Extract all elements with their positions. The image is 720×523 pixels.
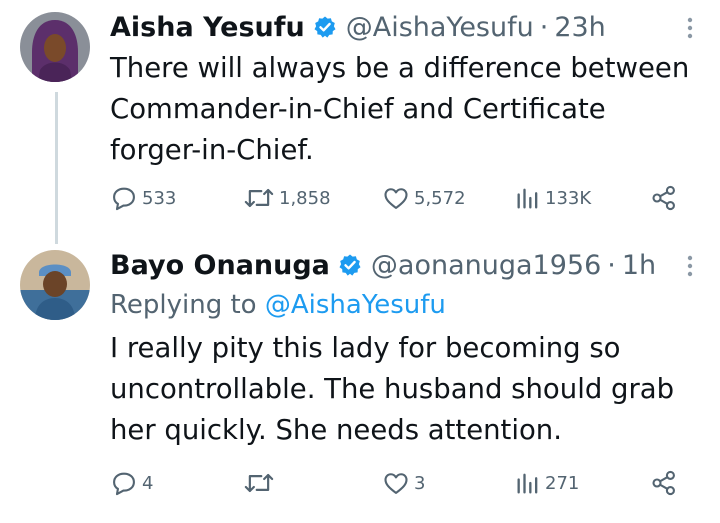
replying-to-line: Replying to @AishaYesufu [110,284,698,326]
like-button[interactable]: 3 [382,465,425,501]
views-button[interactable]: 271 [515,465,579,501]
avatar[interactable] [20,12,90,82]
retweet-icon [244,188,274,208]
reply-icon [113,472,135,496]
tweet-header: Aisha Yesufu @AishaYesufu · 23h [110,8,698,46]
views-icon [517,473,538,494]
tweet-timestamp[interactable]: 1h [622,250,656,281]
retweet-button[interactable] [243,465,279,501]
avatar-image [20,12,90,82]
like-button[interactable]: 5,572 [382,180,466,216]
tweet-thread: Aisha Yesufu @AishaYesufu · 23h There wi… [0,0,720,523]
separator-dot: · [607,249,616,281]
share-button[interactable] [650,465,678,501]
author-handle[interactable]: @AishaYesufu [346,12,534,43]
view-count: 271 [545,472,580,494]
tweet-actions: 4 3 271 [110,465,698,501]
more-options-icon[interactable] [682,252,698,280]
like-count: 5,572 [414,187,466,209]
views-icon [517,188,538,209]
retweet-count: 1,858 [279,187,331,209]
like-icon [384,473,408,494]
verified-badge-icon [339,254,361,276]
tweet-actions: 533 1,858 5,572 133K [110,180,698,216]
tweet-content: Aisha Yesufu @AishaYesufu · 23h There wi… [110,8,698,171]
verified-badge-icon [314,16,336,38]
reply-button[interactable]: 533 [110,180,176,216]
tweet-text: I really pity this lady for becoming so … [110,332,675,446]
retweet-button[interactable]: 1,858 [243,180,331,216]
retweet-icon [244,473,274,493]
reply-count: 4 [142,472,154,494]
reply-icon [113,187,135,211]
more-options-icon[interactable] [682,14,698,42]
reply-count: 533 [142,187,177,209]
separator-dot: · [539,11,549,43]
reply-button[interactable]: 4 [110,465,153,501]
tweet-header: Bayo Onanuga @aonanuga1956 · 1h [110,246,698,284]
share-icon [652,185,675,211]
avatar-image [20,250,90,320]
share-icon [652,470,675,496]
like-count: 3 [414,472,426,494]
tweet[interactable]: Bayo Onanuga @aonanuga1956 · 1h Replying… [0,232,720,523]
author-handle[interactable]: @aonanuga1956 [371,250,601,281]
share-button[interactable] [650,180,678,216]
thread-connector-line [55,92,58,244]
avatar[interactable] [20,250,90,320]
replying-to-prefix: Replying to [110,290,257,320]
tweet-timestamp[interactable]: 23h [554,12,605,43]
views-button[interactable]: 133K [515,180,591,216]
tweet-text: There will always be a difference betwee… [110,52,690,166]
replying-to-handle[interactable]: @AishaYesufu [265,290,446,320]
author-name[interactable]: Bayo Onanuga [110,250,330,281]
like-icon [384,188,408,209]
tweet-content: Bayo Onanuga @aonanuga1956 · 1h Replying… [110,246,698,451]
view-count: 133K [545,187,592,209]
author-name[interactable]: Aisha Yesufu [110,12,305,43]
tweet[interactable]: Aisha Yesufu @AishaYesufu · 23h There wi… [0,0,720,244]
